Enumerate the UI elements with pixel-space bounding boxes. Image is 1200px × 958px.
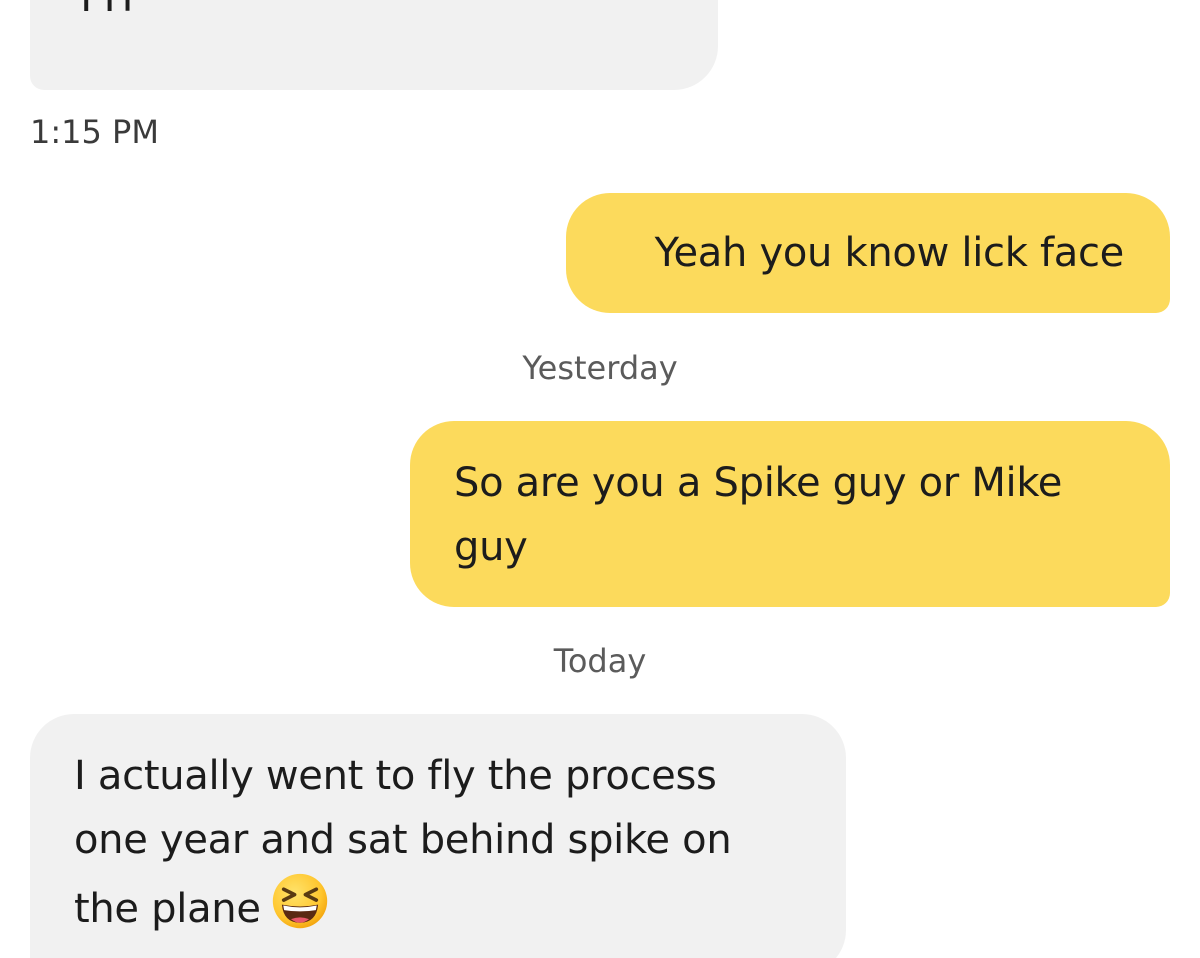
date-separator: Yesterday <box>522 349 678 387</box>
message-bubble-incoming[interactable]: I actually went to fly the process one y… <box>30 714 846 958</box>
message-timestamp: 1:15 PM <box>30 113 159 151</box>
message-text: Yeah you know lick face <box>654 230 1125 276</box>
message-bubble-outgoing[interactable]: So are you a Spike guy or Mike guy <box>410 421 1170 607</box>
date-separator: Today <box>553 642 647 680</box>
message-text: TTP <box>74 0 674 30</box>
chat-thread: TTP 1:15 PM Yeah you know lick face Yest… <box>0 0 1200 958</box>
message-bubble-outgoing[interactable]: Yeah you know lick face <box>566 193 1170 313</box>
message-bubble-incoming[interactable]: TTP <box>30 0 718 90</box>
message-text: So are you a Spike guy or Mike guy <box>454 460 1063 570</box>
message-text: I actually went to fly the process one y… <box>74 753 732 932</box>
grinning-squinting-face-icon <box>272 873 327 929</box>
